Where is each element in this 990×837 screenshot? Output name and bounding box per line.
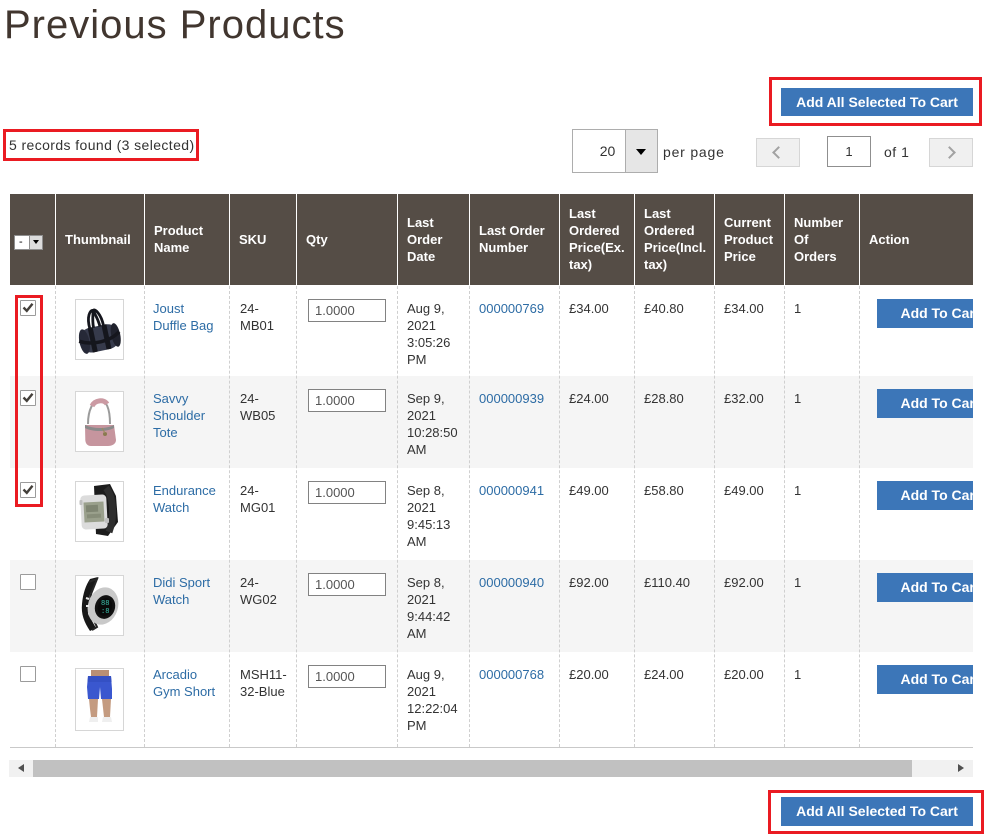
svg-text:88: 88 xyxy=(101,600,109,608)
svg-text::8: :8 xyxy=(101,608,109,616)
